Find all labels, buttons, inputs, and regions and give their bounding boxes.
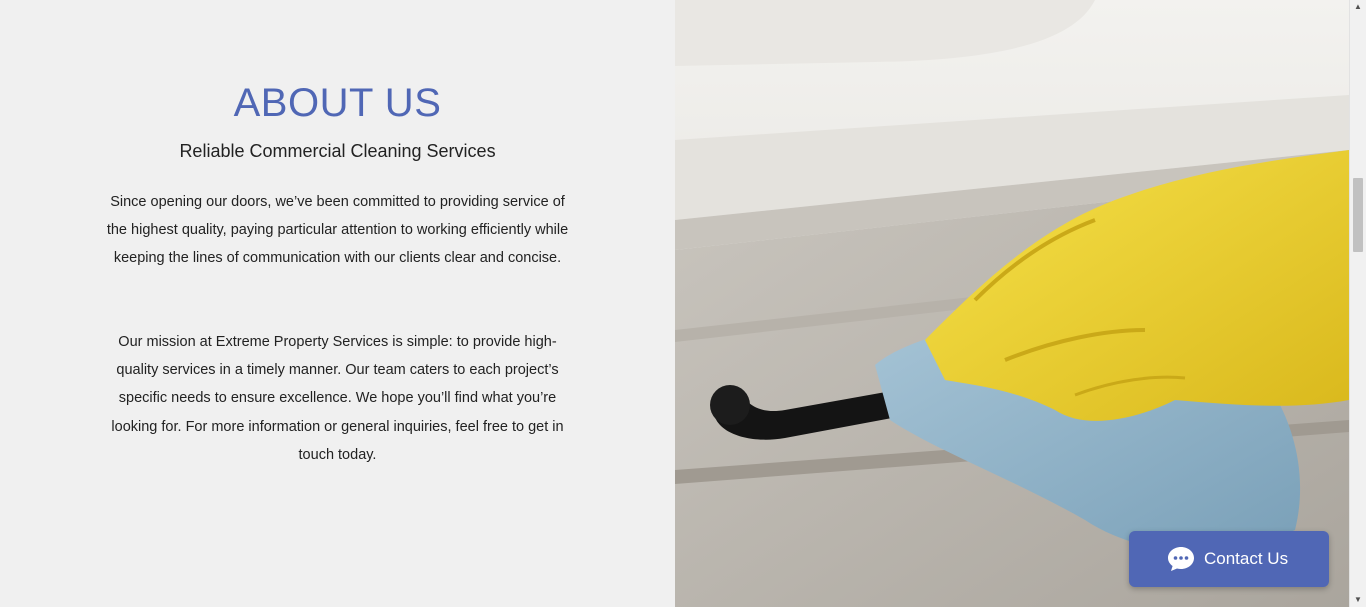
scroll-thumb[interactable] — [1353, 178, 1363, 252]
contact-us-label: Contact Us — [1204, 549, 1289, 568]
about-title: ABOUT US — [233, 81, 442, 125]
about-paragraph-1: Since opening our doors, we’ve been comm… — [106, 194, 569, 267]
contact-us-button[interactable]: Contact Us — [1129, 531, 1329, 587]
scroll-down-arrow-icon[interactable]: ▼ — [1350, 593, 1366, 607]
about-subtitle: Reliable Commercial Cleaning Services — [179, 141, 496, 161]
page-scrollbar[interactable]: ▲ ▼ — [1349, 0, 1366, 607]
about-paragraph-2: Our mission at Extreme Property Services… — [111, 334, 564, 463]
page: ABOUT US Reliable Commercial Cleaning Se… — [0, 0, 1366, 607]
chat-bubble-icon — [1168, 547, 1194, 571]
cleaning-photo-illustration — [675, 0, 1349, 607]
about-section: ABOUT US Reliable Commercial Cleaning Se… — [0, 0, 675, 607]
cleaning-photo — [675, 0, 1349, 607]
scroll-up-arrow-icon[interactable]: ▲ — [1350, 0, 1366, 14]
